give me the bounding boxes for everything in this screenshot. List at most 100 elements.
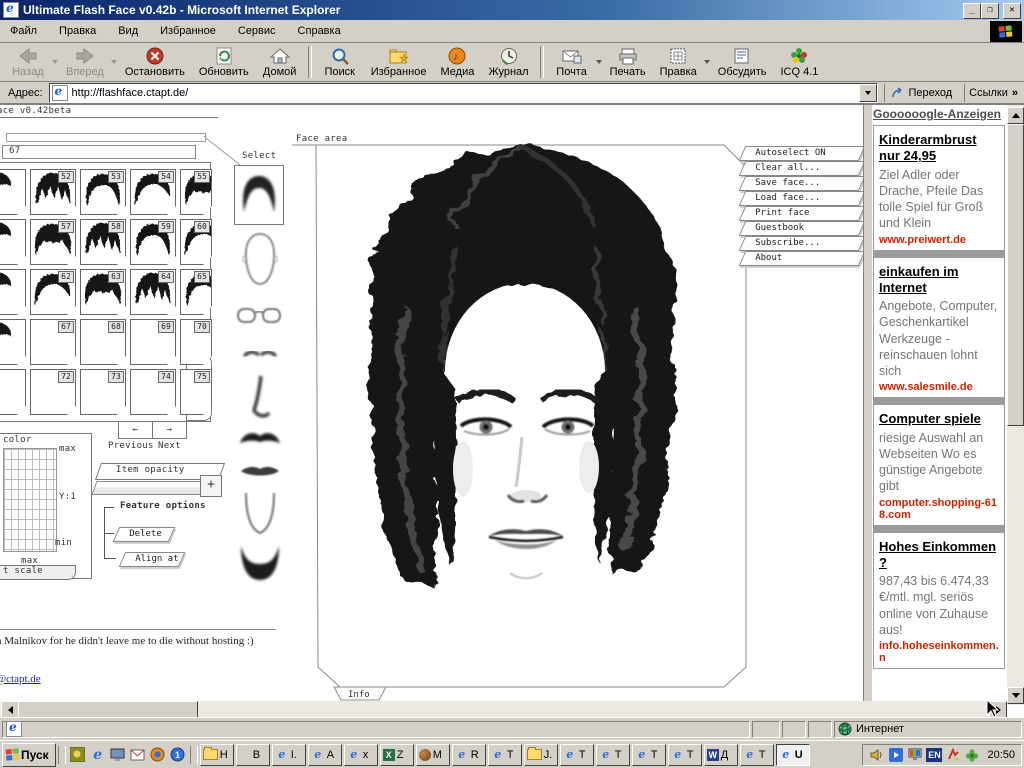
hair-thumbnail-cut[interactable] bbox=[0, 369, 26, 415]
menu-help[interactable]: Справка bbox=[298, 25, 341, 37]
menu-edit[interactable]: Правка bbox=[59, 25, 96, 37]
taskbar-window-button[interactable]: H bbox=[200, 744, 234, 766]
hair-thumbnail[interactable]: 63 bbox=[80, 269, 126, 315]
hair-thumbnail[interactable]: 59 bbox=[130, 219, 176, 265]
netmon-tray-icon[interactable] bbox=[945, 747, 961, 763]
edit-button[interactable]: Правка bbox=[653, 43, 704, 81]
icq-button[interactable]: ICQ 4.1 bbox=[774, 43, 826, 81]
hair-thumbnail-empty[interactable]: 73 bbox=[80, 369, 126, 415]
delete-button[interactable]: Delete bbox=[113, 527, 176, 542]
mediaplayer-tray-icon[interactable] bbox=[888, 747, 904, 763]
print-button[interactable]: Печать bbox=[603, 43, 653, 81]
scrollbar-left-button[interactable] bbox=[1, 701, 19, 717]
ad-link[interactable]: www.salesmile.de bbox=[879, 381, 999, 393]
hair-thumbnail[interactable]: 53 bbox=[80, 169, 126, 215]
hair-thumbnail-cut[interactable] bbox=[0, 219, 26, 265]
select-glasses[interactable] bbox=[234, 299, 284, 333]
select-chin[interactable] bbox=[240, 489, 280, 539]
hair-thumbnail[interactable]: 64 bbox=[130, 269, 176, 315]
scrollbar-down-button[interactable] bbox=[1007, 687, 1024, 704]
horizontal-scrollbar[interactable] bbox=[0, 701, 1007, 717]
quicklaunch-icq-icon[interactable] bbox=[69, 746, 87, 764]
hair-thumbnail[interactable]: 57 bbox=[30, 219, 76, 265]
refresh-button[interactable]: Обновить bbox=[192, 43, 256, 81]
scrollbar-thumb[interactable] bbox=[1007, 124, 1024, 426]
frame-divider[interactable] bbox=[863, 105, 873, 717]
menu-tools[interactable]: Сервис bbox=[238, 25, 276, 37]
mail-button[interactable]: Почта bbox=[548, 43, 596, 81]
display-tray-icon[interactable] bbox=[907, 747, 923, 763]
select-nose[interactable] bbox=[246, 371, 276, 423]
favorites-button[interactable]: ★ Избранное bbox=[364, 43, 434, 81]
quicklaunch-one-icon[interactable]: 1 bbox=[169, 746, 187, 764]
hair-thumbnail-empty[interactable]: 69 bbox=[130, 319, 176, 365]
ads-header[interactable]: Goooooogle-Anzeigen bbox=[873, 107, 1005, 121]
taskbar-window-button[interactable]: M bbox=[416, 744, 450, 766]
taskbar-window-button[interactable]: WД bbox=[704, 744, 738, 766]
quicklaunch-desktop-icon[interactable] bbox=[109, 746, 127, 764]
load-face-button[interactable]: Load face... bbox=[739, 191, 866, 206]
history-button[interactable]: Журнал bbox=[481, 43, 535, 81]
maximize-button[interactable]: ❐ bbox=[981, 3, 999, 19]
hair-thumbnail[interactable]: 54 bbox=[130, 169, 176, 215]
taskbar-window-button[interactable]: J. bbox=[524, 744, 558, 766]
menu-file[interactable]: Файл bbox=[10, 25, 37, 37]
previous-button[interactable]: ← bbox=[118, 421, 153, 439]
back-dropdown[interactable] bbox=[52, 43, 59, 81]
credits-link[interactable]: @ctapt.de bbox=[0, 673, 41, 685]
hair-thumbnail-cut[interactable] bbox=[0, 269, 26, 315]
ad-link[interactable]: www.preiwert.de bbox=[879, 234, 999, 246]
edit-dropdown[interactable] bbox=[704, 43, 711, 81]
ad-item[interactable]: einkaufen im Internet Angebote, Computer… bbox=[873, 258, 1005, 398]
scrollbar-up-button[interactable] bbox=[1007, 107, 1024, 124]
forward-dropdown[interactable] bbox=[111, 43, 118, 81]
ad-item[interactable]: Hohes Einkommen ? 987,43 bis 6.474,33 €/… bbox=[873, 533, 1005, 670]
taskbar-window-button[interactable]: eT bbox=[596, 744, 630, 766]
clock[interactable]: 20:50 bbox=[987, 749, 1015, 761]
address-dropdown[interactable] bbox=[859, 84, 877, 102]
taskbar-window-button[interactable]: B bbox=[236, 744, 270, 766]
volume-icon[interactable] bbox=[869, 747, 885, 763]
align-at-button[interactable]: Align at bbox=[119, 552, 186, 567]
taskbar-window-button[interactable]: eI. bbox=[272, 744, 306, 766]
save-face-button[interactable]: Save face... bbox=[739, 176, 866, 191]
quicklaunch-ie-icon[interactable]: e bbox=[89, 746, 107, 764]
taskbar-window-button[interactable]: eA bbox=[308, 744, 342, 766]
select-mustache[interactable] bbox=[236, 427, 284, 451]
select-eyebrows[interactable] bbox=[240, 345, 280, 363]
guestbook-button[interactable]: Guestbook bbox=[739, 221, 866, 236]
hair-thumbnail[interactable]: 55 bbox=[180, 169, 212, 215]
hair-thumbnail[interactable]: 52 bbox=[30, 169, 76, 215]
hair-thumbnail-empty[interactable]: 75 bbox=[180, 369, 212, 415]
taskbar-window-button-active[interactable]: eU bbox=[776, 744, 810, 766]
taskbar-window-button[interactable]: eT bbox=[488, 744, 522, 766]
opacity-plus-button[interactable]: + bbox=[200, 475, 222, 497]
taskbar-window-button[interactable]: eT bbox=[740, 744, 774, 766]
discuss-button[interactable]: Обсудить bbox=[711, 43, 774, 81]
clear-all-button[interactable]: Clear all... bbox=[739, 161, 866, 176]
taskbar-window-button[interactable]: eT bbox=[632, 744, 666, 766]
quicklaunch-mediaplayer-icon[interactable] bbox=[149, 746, 167, 764]
select-hair[interactable] bbox=[234, 165, 284, 225]
minimize-button[interactable]: _ bbox=[963, 3, 981, 19]
about-button[interactable]: About bbox=[739, 251, 866, 266]
hair-thumbnail[interactable]: 62 bbox=[30, 269, 76, 315]
menu-view[interactable]: Вид bbox=[118, 25, 138, 37]
hair-thumbnail-empty[interactable]: 70 bbox=[180, 319, 212, 365]
search-button[interactable]: Поиск bbox=[316, 43, 364, 81]
taskbar-window-button[interactable]: ex bbox=[344, 744, 378, 766]
select-lips[interactable] bbox=[236, 459, 284, 483]
icqlite-tray-icon[interactable] bbox=[964, 747, 980, 763]
select-head[interactable] bbox=[238, 229, 282, 291]
ad-title[interactable]: Computer spiele bbox=[879, 411, 999, 427]
menu-favorites[interactable]: Избранное bbox=[160, 25, 216, 37]
taskbar-window-button[interactable]: eT bbox=[560, 744, 594, 766]
close-button[interactable]: ✕ bbox=[1003, 3, 1021, 19]
back-button[interactable]: Назад bbox=[4, 43, 52, 81]
taskbar-window-button[interactable]: XZ bbox=[380, 744, 414, 766]
language-indicator[interactable]: EN bbox=[926, 748, 942, 762]
ad-item[interactable]: Computer spiele riesige Auswahl an Webse… bbox=[873, 405, 1005, 524]
taskbar-window-button[interactable]: eR bbox=[452, 744, 486, 766]
scrollbar-hthumb[interactable] bbox=[18, 701, 198, 717]
hair-thumbnail-empty[interactable]: 68 bbox=[80, 319, 126, 365]
